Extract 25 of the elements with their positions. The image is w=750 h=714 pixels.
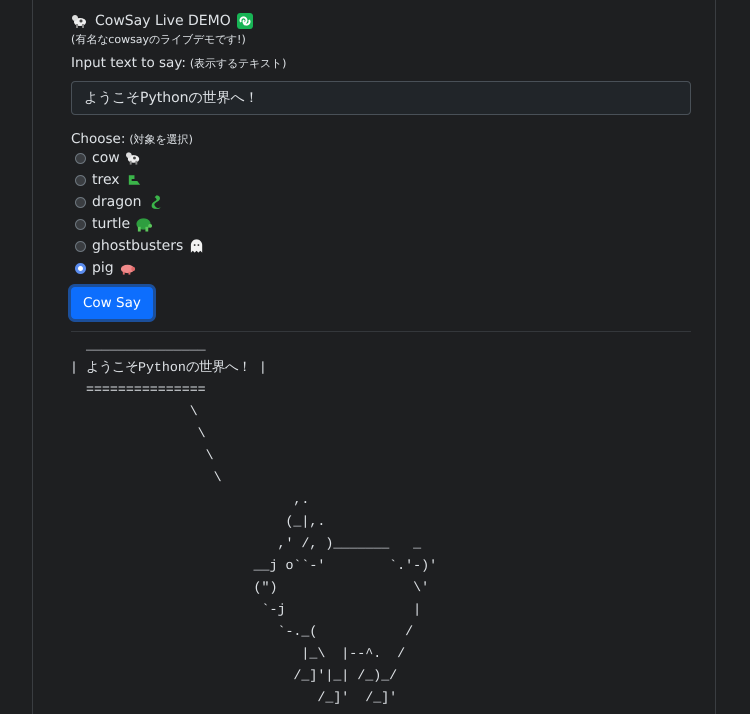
radio-button[interactable] xyxy=(75,174,86,186)
text-input[interactable]: ようこそPythonの世界へ！ xyxy=(71,81,691,115)
option-label[interactable]: trex xyxy=(92,172,120,188)
app-title: CowSay Live DEMO xyxy=(95,13,231,29)
input-label: Input text to say: xyxy=(71,55,186,71)
choose-label: Choose: xyxy=(71,131,126,147)
turtle-icon xyxy=(136,216,152,232)
input-hint: (表示するテキスト) xyxy=(190,56,286,71)
ascii-art-output: _______________ | ようこそPythonの世界へ！ | =============== \ \ \ \ ,. (_|,. ,' /, )_______ _ __j o``-' `.'-)' (") \' `-j | `-._( / |_\ |--^. / /_]'|_| /_)_/ /_]' /_]' xyxy=(70,337,438,707)
radio-button[interactable] xyxy=(75,196,86,208)
radio-button[interactable] xyxy=(75,218,86,230)
radio-button[interactable] xyxy=(75,262,86,274)
cow-icon xyxy=(126,150,142,166)
option-label[interactable]: turtle xyxy=(92,216,130,232)
subtitle: (有名なcowsayのライブデモです!) xyxy=(71,32,247,47)
loop-icon xyxy=(236,13,253,29)
option-label[interactable]: dragon xyxy=(92,194,142,210)
radio-button[interactable] xyxy=(75,240,86,252)
option-label[interactable]: ghostbusters xyxy=(92,238,184,254)
choose-hint: (対象を選択) xyxy=(129,132,193,147)
option-label[interactable]: cow xyxy=(92,150,120,166)
option-label[interactable]: pig xyxy=(92,260,114,276)
cow-say-button[interactable]: Cow Say xyxy=(71,287,153,319)
radio-button[interactable] xyxy=(75,152,86,164)
cow-icon xyxy=(71,12,89,30)
